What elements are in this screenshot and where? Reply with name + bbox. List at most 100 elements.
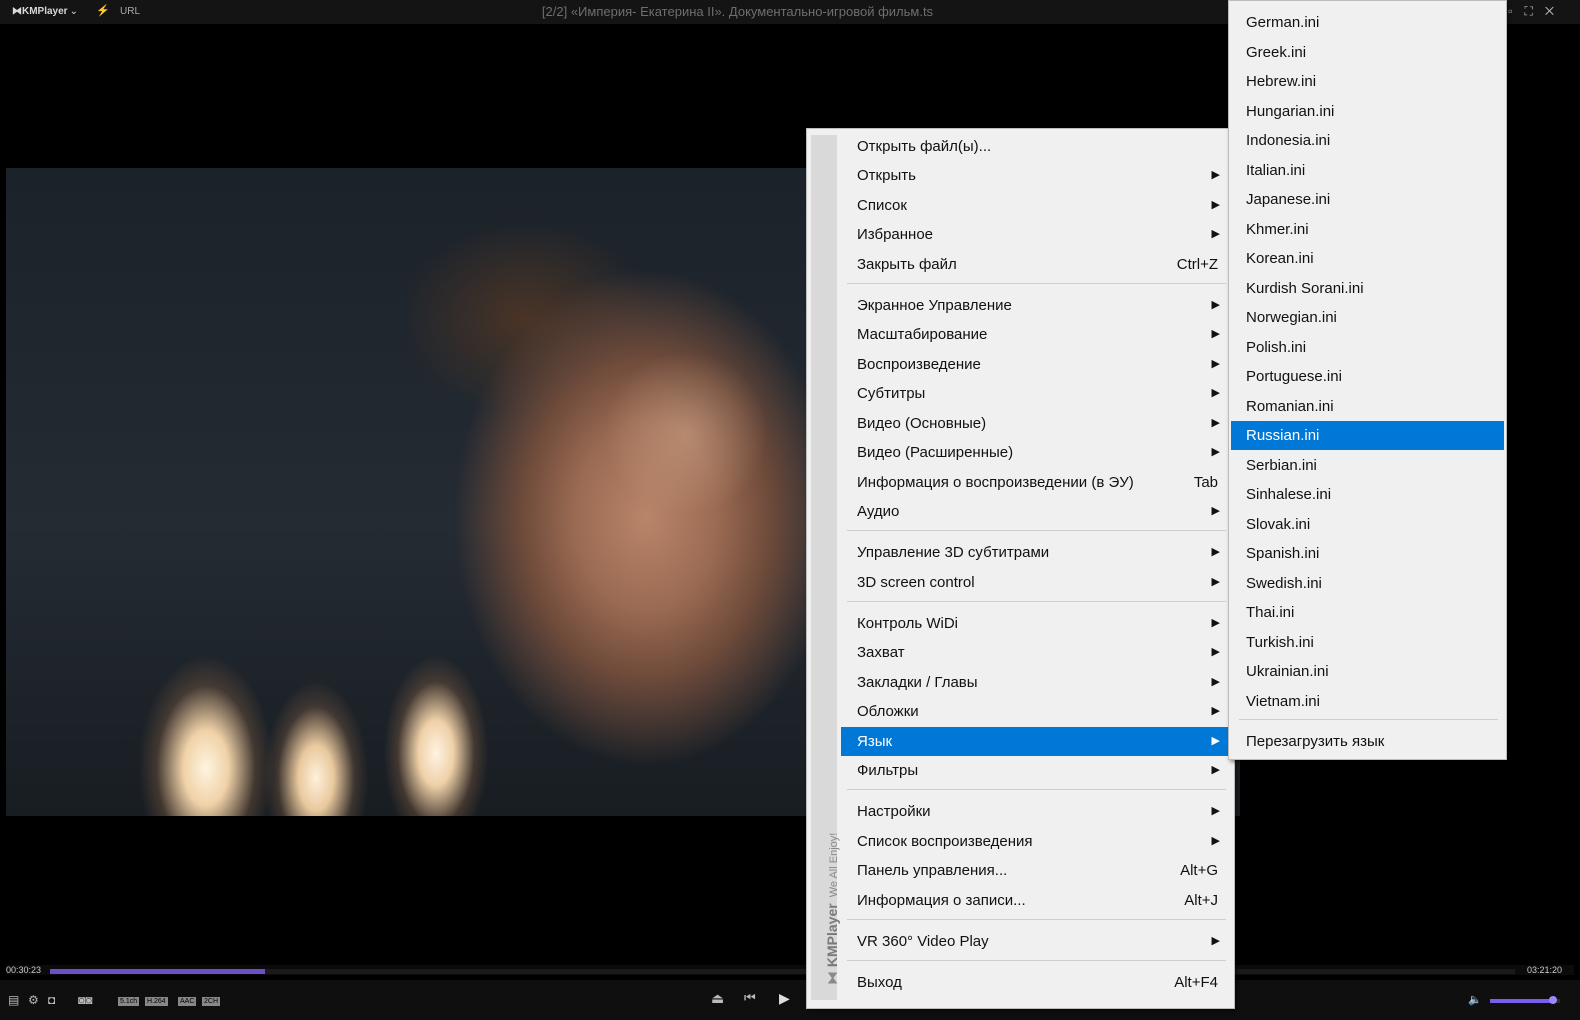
3d-icon[interactable]: ◘ xyxy=(48,993,55,1007)
language-item[interactable]: Polish.ini xyxy=(1231,333,1504,362)
language-item-label: Thai.ini xyxy=(1246,604,1295,621)
language-item[interactable]: Hungarian.ini xyxy=(1231,97,1504,126)
settings-icon[interactable]: ⚙ xyxy=(28,993,39,1007)
volume-icon[interactable]: 🔈 xyxy=(1468,993,1482,1006)
menu-item-label: Информация о воспроизведении (в ЭУ) xyxy=(857,474,1134,491)
menu-item[interactable]: Информация о записи... Alt+J xyxy=(841,886,1230,915)
language-item[interactable]: Thai.ini xyxy=(1231,598,1504,627)
menu-item[interactable]: Управление 3D субтитрами ▶ xyxy=(841,538,1230,567)
language-item[interactable]: Greek.ini xyxy=(1231,38,1504,67)
menu-item[interactable]: Закладки / Главы ▶ xyxy=(841,668,1230,697)
menu-side-banner: ⧓ KMPlayer We All Enjoy! xyxy=(811,135,840,1000)
language-item[interactable]: Serbian.ini xyxy=(1231,451,1504,480)
window-controls: ▫⛶✕ xyxy=(1508,4,1566,19)
submenu-arrow-icon: ▶ xyxy=(1211,805,1220,817)
previous-icon[interactable]: ⏮ xyxy=(744,990,756,1006)
menu-item[interactable]: Избранное ▶ xyxy=(841,220,1230,249)
language-item[interactable]: Turkish.ini xyxy=(1231,628,1504,657)
language-item[interactable]: Portuguese.ini xyxy=(1231,362,1504,391)
language-item[interactable]: Japanese.ini xyxy=(1231,185,1504,214)
menu-item[interactable]: Язык ▶ xyxy=(841,727,1230,756)
menu-item[interactable]: Воспроизведение ▶ xyxy=(841,350,1230,379)
language-item[interactable]: Italian.ini xyxy=(1231,156,1504,185)
language-item[interactable]: Khmer.ini xyxy=(1231,215,1504,244)
menu-item[interactable]: Панель управления... Alt+G xyxy=(841,856,1230,885)
language-item-label: Portuguese.ini xyxy=(1246,368,1342,385)
menu-item[interactable]: Аудио ▶ xyxy=(841,497,1230,526)
playlist-icon[interactable]: ▤ xyxy=(8,993,19,1007)
menu-item[interactable]: Обложки ▶ xyxy=(841,697,1230,726)
reload-language-item[interactable]: Перезагрузить язык xyxy=(1231,727,1504,756)
menu-item[interactable]: Контроль WiDi ▶ xyxy=(841,609,1230,638)
language-item[interactable]: Vietnam.ini xyxy=(1231,687,1504,716)
kmplayer-logo-icon: ⧓ xyxy=(824,967,840,985)
menu-item[interactable]: Открыть файл(ы)... xyxy=(841,132,1230,161)
language-item-label: Korean.ini xyxy=(1246,250,1314,267)
submenu-arrow-icon: ▶ xyxy=(1211,505,1220,517)
menu-item[interactable]: VR 360° Video Play ▶ xyxy=(841,927,1230,956)
submenu-arrow-icon: ▶ xyxy=(1211,735,1220,747)
menu-item-label: Список воспроизведения xyxy=(857,833,1033,850)
menu-item[interactable]: 3D screen control ▶ xyxy=(841,568,1230,597)
menu-item[interactable]: Масштабирование ▶ xyxy=(841,320,1230,349)
submenu-arrow-icon: ▶ xyxy=(1211,835,1220,847)
menu-item[interactable]: Закрыть файл Ctrl+Z xyxy=(841,250,1230,279)
submenu-arrow-icon: ▶ xyxy=(1211,646,1220,658)
close-icon[interactable]: ✕ xyxy=(1545,4,1566,18)
language-item[interactable]: Swedish.ini xyxy=(1231,569,1504,598)
video-highlight xyxy=(606,348,766,518)
submenu-arrow-icon: ▶ xyxy=(1211,358,1220,370)
total-time: 03:21:20 xyxy=(1526,965,1562,975)
submenu-arrow-icon: ▶ xyxy=(1211,676,1220,688)
language-item[interactable]: Norwegian.ini xyxy=(1231,303,1504,332)
menu-item-shortcut: Ctrl+Z xyxy=(1176,256,1218,273)
vr-icon[interactable]: ◙◙ xyxy=(78,993,93,1007)
menu-item[interactable]: Список ▶ xyxy=(841,191,1230,220)
language-item[interactable]: Slovak.ini xyxy=(1231,510,1504,539)
language-item-label: Japanese.ini xyxy=(1246,191,1331,208)
volume-level xyxy=(1490,999,1553,1003)
restore-icon[interactable]: ▫ xyxy=(1508,4,1524,18)
language-item[interactable]: Ukrainian.ini xyxy=(1231,657,1504,686)
menu-item[interactable]: Захват ▶ xyxy=(841,638,1230,667)
menu-item[interactable]: Выход Alt+F4 xyxy=(841,968,1230,997)
fullscreen-icon[interactable]: ⛶ xyxy=(1524,4,1544,18)
menu-item[interactable]: Видео (Расширенные) ▶ xyxy=(841,438,1230,467)
submenu-arrow-icon: ▶ xyxy=(1211,299,1220,311)
language-item[interactable]: Indonesia.ini xyxy=(1231,126,1504,155)
menu-item[interactable]: Экранное Управление ▶ xyxy=(841,291,1230,320)
submenu-arrow-icon: ▶ xyxy=(1211,935,1220,947)
language-item[interactable]: Spanish.ini xyxy=(1231,539,1504,568)
language-item[interactable]: Kurdish Sorani.ini xyxy=(1231,274,1504,303)
menu-item[interactable]: Субтитры ▶ xyxy=(841,379,1230,408)
language-item[interactable]: German.ini xyxy=(1231,8,1504,37)
language-item[interactable]: Russian.ini xyxy=(1231,421,1504,450)
menu-item[interactable]: Информация о воспроизведении (в ЭУ) Tab xyxy=(841,468,1230,497)
eject-icon[interactable]: ⏏ xyxy=(711,990,724,1007)
codec-badge: 5.1ch xyxy=(118,997,140,1006)
menu-item[interactable]: Видео (Основные) ▶ xyxy=(841,409,1230,438)
menu-item[interactable]: Список воспроизведения ▶ xyxy=(841,827,1230,856)
language-item-label: Ukrainian.ini xyxy=(1246,663,1329,680)
language-item[interactable]: Romanian.ini xyxy=(1231,392,1504,421)
language-item-label: German.ini xyxy=(1246,14,1320,31)
language-item[interactable]: Korean.ini xyxy=(1231,244,1504,273)
submenu-arrow-icon: ▶ xyxy=(1211,169,1220,181)
menu-item[interactable]: Настройки ▶ xyxy=(841,797,1230,826)
volume-slider[interactable] xyxy=(1490,996,1560,1004)
menu-item-label: Открыть xyxy=(857,167,916,184)
menu-side-text: ⧓ KMPlayer We All Enjoy! xyxy=(824,833,841,985)
language-item[interactable]: Sinhalese.ini xyxy=(1231,480,1504,509)
seek-bar[interactable] xyxy=(50,969,1515,974)
menu-item-label: VR 360° Video Play xyxy=(857,933,989,950)
language-item-label: Serbian.ini xyxy=(1246,456,1317,474)
menu-item-label: 3D screen control xyxy=(857,574,975,591)
submenu-arrow-icon: ▶ xyxy=(1211,764,1220,776)
menu-item[interactable]: Открыть ▶ xyxy=(841,161,1230,190)
language-item[interactable]: Hebrew.ini xyxy=(1231,67,1504,96)
menu-item[interactable]: Фильтры ▶ xyxy=(841,756,1230,785)
volume-knob[interactable] xyxy=(1549,996,1557,1004)
menu-separator xyxy=(847,283,1226,284)
submenu-arrow-icon: ▶ xyxy=(1211,446,1220,458)
play-icon[interactable]: ▶ xyxy=(779,990,790,1007)
